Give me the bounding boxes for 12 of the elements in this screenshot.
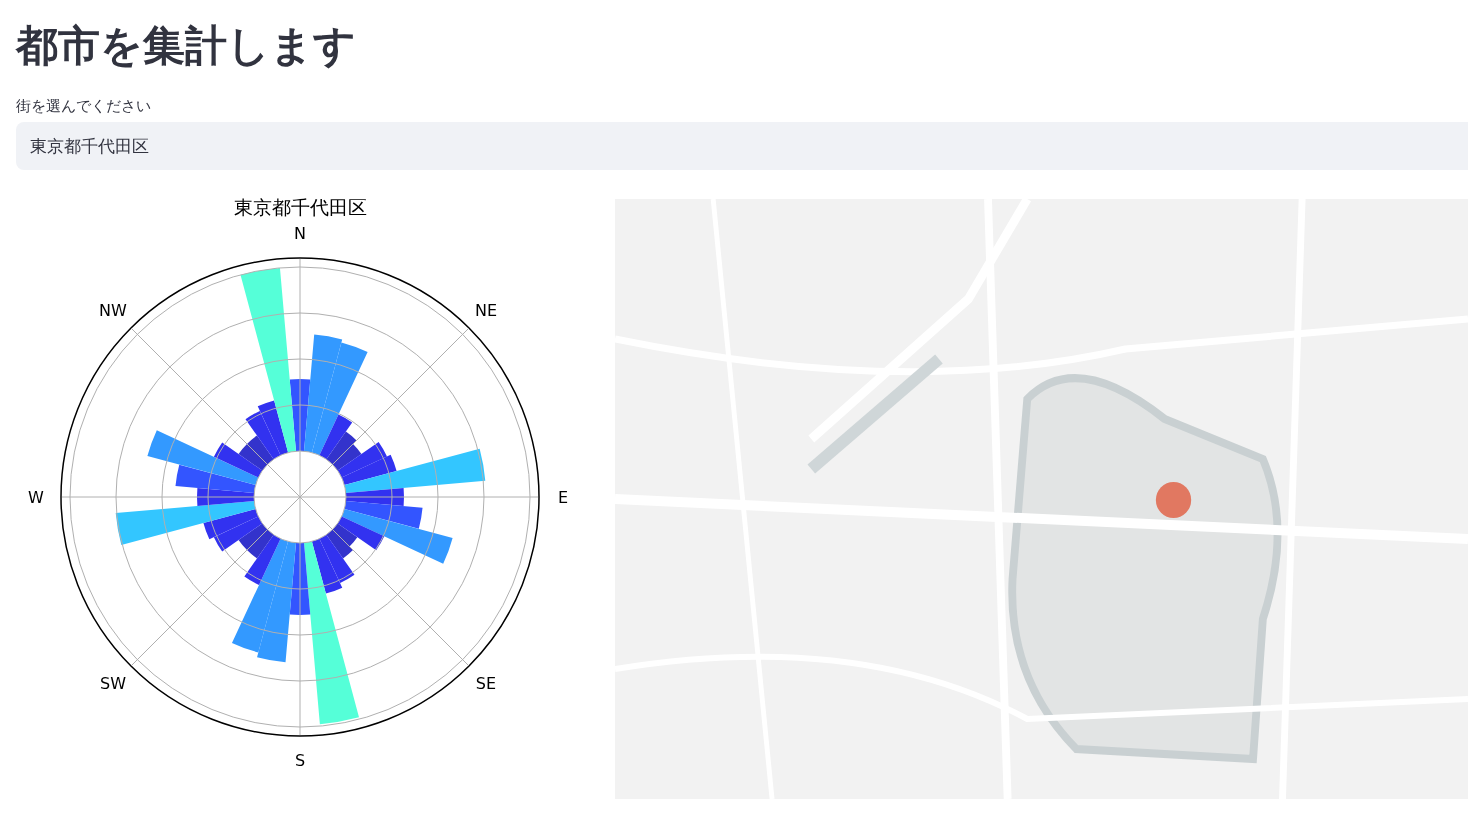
direction-label: W: [28, 488, 44, 507]
chart-title: 東京都千代田区: [233, 196, 367, 218]
direction-label: S: [294, 751, 306, 770]
direction-label: NW: [99, 301, 127, 320]
select-label: 街を選んでください: [16, 96, 151, 116]
direction-label: NE: [474, 301, 498, 320]
direction-label: SE: [475, 674, 497, 693]
direction-label: N: [294, 224, 306, 243]
direction-label: E: [557, 488, 569, 507]
direction-label: SW: [100, 674, 126, 693]
page-title: 都市を集計します: [16, 20, 356, 72]
city-select[interactable]: 東京都千代田区: [16, 122, 1468, 170]
